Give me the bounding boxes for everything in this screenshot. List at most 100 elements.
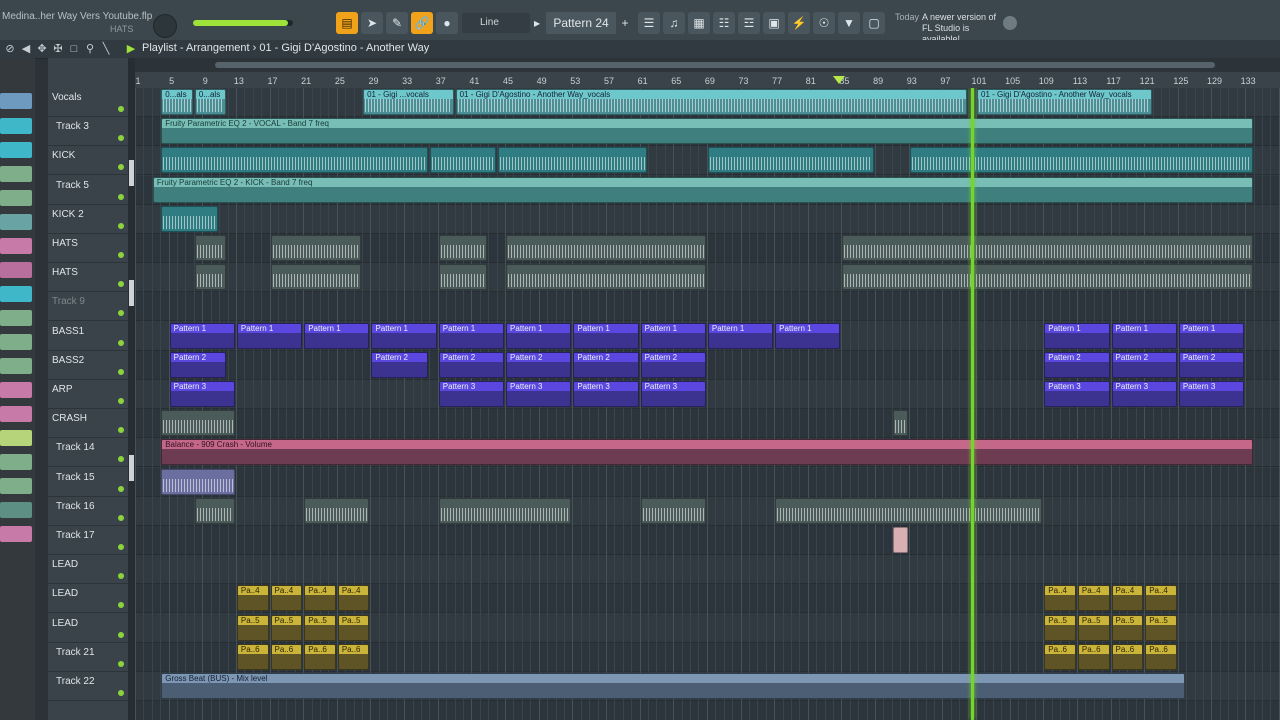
audio-clip[interactable] [707, 147, 875, 174]
audio-clip[interactable] [194, 497, 235, 524]
clip-pa4[interactable]: Pa..4 [236, 585, 269, 612]
clip-pattern1[interactable]: Pattern 1 [1178, 322, 1245, 349]
clip-pattern2[interactable]: Pattern 2 [438, 351, 505, 378]
audio-clip[interactable] [775, 497, 1043, 524]
track-mute-led[interactable] [118, 252, 124, 258]
clip-pattern3[interactable]: Pattern 3 [1111, 381, 1177, 407]
clip-vocal-b[interactable]: 01 - Gigi D'Agostino - Another Way_vocal… [455, 89, 967, 115]
clip-vocal-small[interactable]: 0...als [194, 89, 227, 115]
picker-item[interactable] [0, 93, 32, 109]
track-header[interactable]: Vocals [48, 88, 128, 117]
picker-item[interactable] [0, 430, 32, 446]
audio-clip[interactable] [909, 147, 1253, 174]
audio-clip[interactable] [497, 147, 647, 174]
file-icon[interactable]: ▣ [763, 12, 785, 34]
pencil-icon[interactable]: ✎ [386, 12, 408, 34]
options-icon[interactable]: ⊘ [3, 42, 17, 56]
playlist-icon[interactable]: ☰ [638, 12, 660, 34]
clip-pa4[interactable]: Pa..4 [1111, 585, 1144, 612]
picker-item[interactable] [0, 118, 32, 134]
clip-balance[interactable]: Balance - 909 Crash - Volume [161, 439, 1253, 466]
audio-clip[interactable] [161, 468, 235, 495]
track-mute-led[interactable] [118, 398, 124, 404]
clip-pattern2[interactable]: Pattern 2 [506, 351, 572, 378]
track-mute-led[interactable] [118, 164, 124, 171]
clip-pattern1[interactable]: Pattern 1 [1111, 322, 1177, 349]
fit-icon[interactable]: □ [67, 42, 81, 56]
track-mute-led[interactable] [118, 544, 124, 550]
clip-pa4[interactable]: Pa..4 [304, 585, 336, 612]
clip-pattern1[interactable]: Pattern 1 [169, 322, 235, 349]
clip-pattern1[interactable]: Pattern 1 [640, 322, 706, 349]
track-mute-led[interactable] [118, 281, 124, 288]
mixer-icon[interactable]: ☷ [713, 12, 735, 34]
track-header[interactable]: HATS [48, 263, 128, 293]
clip-pa6[interactable]: Pa..6 [236, 643, 269, 670]
audio-clip[interactable] [842, 264, 1253, 291]
audio-clip[interactable] [892, 410, 908, 437]
clip-pa5[interactable]: Pa..5 [1044, 614, 1076, 641]
track-header[interactable]: BASS1 [48, 322, 128, 351]
arrangement-grid[interactable]: 0...als 0...als 01 - Gigi ...vocals 01 - Gi… [135, 88, 1280, 720]
playlist-snap-icon[interactable]: ▤ [336, 12, 358, 34]
clip-pattern1[interactable]: Pattern 1 [573, 322, 639, 349]
clip-pattern3[interactable]: Pattern 3 [506, 381, 572, 407]
audio-clip[interactable] [842, 235, 1253, 261]
clip-grossbeat[interactable]: Gross Beat (BUS) - Mix level [161, 673, 1186, 699]
clip-vocal-a[interactable]: 01 - Gigi ...vocals [363, 89, 454, 115]
track-header[interactable]: Track 14 [48, 438, 128, 468]
picker-item[interactable] [0, 382, 32, 398]
clip-pa6[interactable]: Pa..6 [1145, 643, 1177, 670]
slice-icon[interactable]: ╲ [99, 42, 113, 56]
track-mute-led[interactable] [118, 631, 124, 638]
clip-pattern3[interactable]: Pattern 3 [640, 381, 706, 407]
audio-clip[interactable] [438, 264, 488, 291]
track-header[interactable]: CRASH [48, 409, 128, 439]
clip-pa4[interactable]: Pa..4 [1077, 585, 1110, 612]
microphone-icon[interactable]: ☉ [813, 12, 835, 34]
clip-pa6[interactable]: Pa..6 [337, 643, 370, 670]
clip-pattern1[interactable]: Pattern 1 [438, 322, 505, 349]
audio-clip[interactable] [270, 264, 362, 291]
clip-pattern2[interactable]: Pattern 2 [1111, 351, 1177, 378]
track-mute-led[interactable] [118, 135, 124, 142]
clip-eq-kick[interactable]: Fruity Parametric EQ 2 - KICK - Band 7 f… [152, 176, 1253, 203]
clip-pa5[interactable]: Pa..5 [270, 614, 303, 641]
link-icon[interactable]: 🔗 [411, 12, 433, 34]
vertical-scrollbar[interactable] [128, 58, 135, 720]
track-header[interactable]: BASS2 [48, 351, 128, 380]
clip-pa5[interactable]: Pa..5 [304, 614, 336, 641]
piano-roll-icon[interactable]: ♫ [663, 12, 685, 34]
clip-pattern1[interactable]: Pattern 1 [1044, 322, 1110, 349]
clip-pa6[interactable]: Pa..6 [270, 643, 303, 670]
track-header[interactable]: Track 21 [48, 643, 128, 672]
clip-pa4[interactable]: Pa..4 [1044, 585, 1076, 612]
clip-pattern2[interactable]: Pattern 2 [1178, 351, 1245, 378]
track-mute-led[interactable] [118, 222, 124, 229]
clip-pattern1[interactable]: Pattern 1 [506, 322, 572, 349]
track-header[interactable]: KICK 2 [48, 205, 128, 234]
clip-pattern1[interactable]: Pattern 1 [707, 322, 774, 349]
playhead[interactable] [971, 88, 974, 720]
picker-item[interactable] [0, 478, 32, 494]
picker-item[interactable] [0, 526, 32, 542]
audio-clip[interactable] [161, 147, 429, 174]
clip-pattern3[interactable]: Pattern 3 [169, 381, 235, 407]
clip-pattern2[interactable]: Pattern 2 [1044, 351, 1110, 378]
picker-item[interactable] [0, 286, 32, 302]
master-pitch-knob[interactable] [153, 14, 177, 38]
picker-item[interactable] [0, 214, 32, 230]
track-mute-led[interactable] [118, 368, 124, 375]
picker-item[interactable] [0, 334, 32, 350]
clip-vocal-small[interactable]: 0...als [161, 89, 193, 115]
track-header[interactable]: HATS [48, 234, 128, 263]
audio-clip[interactable] [270, 235, 362, 261]
picker-item[interactable] [0, 358, 32, 374]
timeline-ruler[interactable]: 1 5 9 13 17 21 25 29 33 37 41 45 49 53 57 61 65 69 73 77 81 8… [135, 58, 1280, 88]
audio-clip[interactable] [506, 235, 706, 261]
plugin-icon[interactable]: ⚡ [788, 12, 810, 34]
picker-item[interactable] [0, 166, 32, 182]
globe-icon[interactable] [1003, 16, 1017, 30]
playhead-marker[interactable] [833, 76, 845, 84]
clip-pa4[interactable]: Pa..4 [337, 585, 370, 612]
